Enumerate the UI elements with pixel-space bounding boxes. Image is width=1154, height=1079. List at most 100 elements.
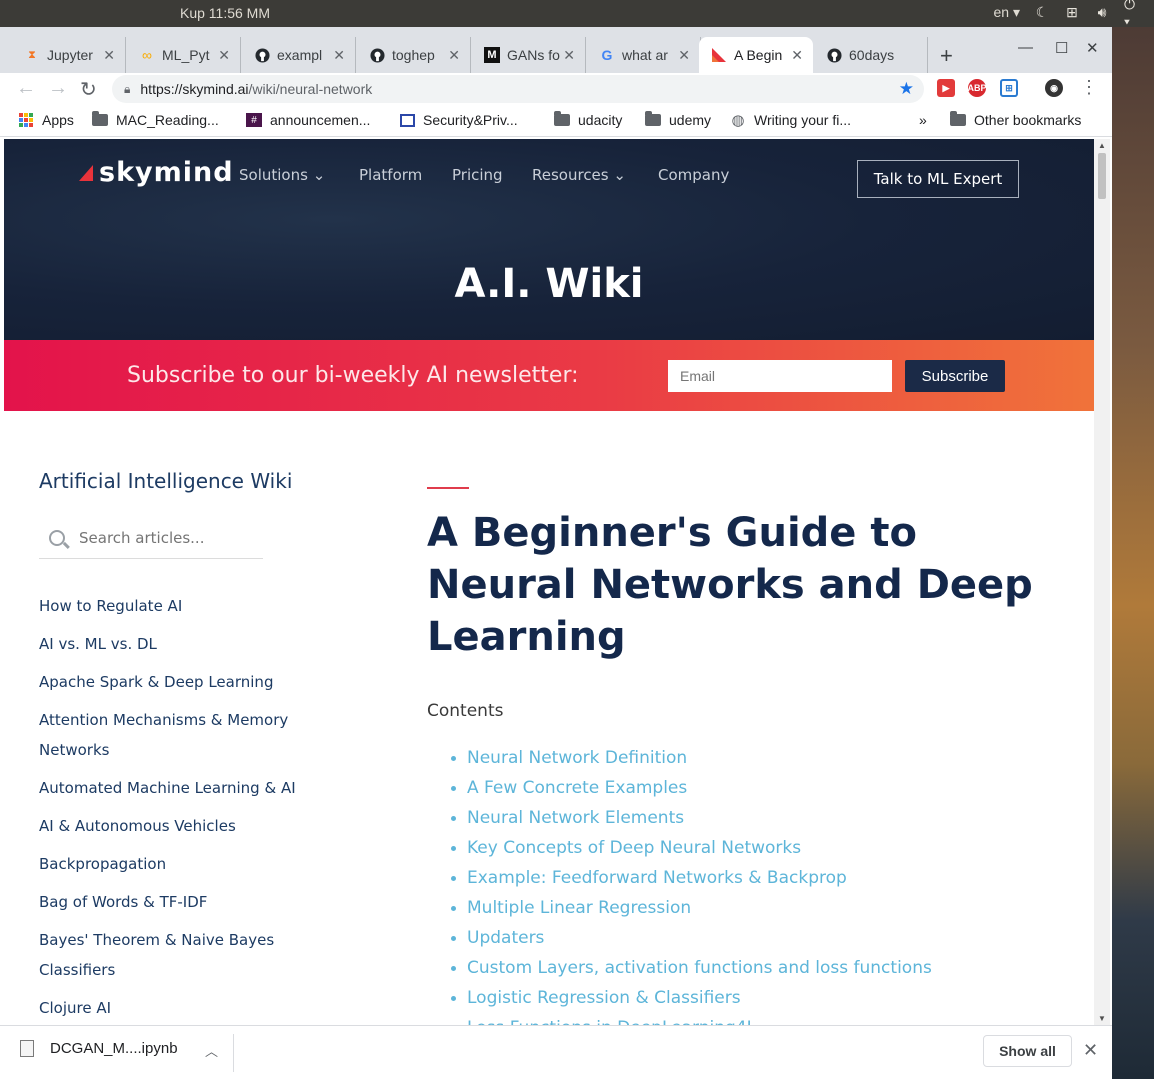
desktop-wallpaper xyxy=(1112,27,1154,1079)
toc-link[interactable]: Neural Network Definition xyxy=(451,743,1067,773)
nav-resources[interactable]: Resources ⌄ xyxy=(532,166,626,184)
tab-example[interactable]: exampl ✕ xyxy=(242,37,356,73)
address-bar[interactable]: 🔒︎ https://skymind.ai/wiki/neural-networ… xyxy=(112,75,924,103)
apps-grid-icon xyxy=(18,113,34,127)
sidebar-item[interactable]: Bag of Words & TF-IDF xyxy=(39,887,314,917)
bookmark-star-icon[interactable]: ★ xyxy=(899,79,914,99)
scroll-down-icon[interactable]: ▼ xyxy=(1098,1014,1106,1023)
sidebar-item[interactable]: Apache Spark & Deep Learning xyxy=(39,667,314,697)
page-scrollbar[interactable]: ▲ ▼ xyxy=(1094,139,1110,1025)
maximize-button[interactable]: ☐ xyxy=(1055,39,1068,57)
sidebar-item[interactable]: AI vs. ML vs. DL xyxy=(39,629,314,659)
bookmark-apps[interactable]: Apps xyxy=(18,112,74,128)
scroll-up-icon[interactable]: ▲ xyxy=(1098,141,1106,150)
sidebar-item[interactable]: Backpropagation xyxy=(39,849,314,879)
show-all-button[interactable]: Show all xyxy=(983,1035,1072,1067)
toc-link[interactable]: Custom Layers, activation functions and … xyxy=(451,953,1067,983)
close-icon[interactable]: ✕ xyxy=(103,47,115,64)
tab-60days[interactable]: 60days xyxy=(814,37,928,73)
close-icon[interactable]: ✕ xyxy=(678,47,690,64)
search-input[interactable] xyxy=(79,529,259,547)
window-close-button[interactable]: ✕ xyxy=(1086,39,1099,57)
bookmark-writing[interactable]: ◍ Writing your fi... xyxy=(730,112,851,129)
tab-toghep[interactable]: toghep ✕ xyxy=(357,37,471,73)
sidebar-item[interactable]: Attention Mechanisms & Memory Networks xyxy=(39,705,314,765)
extension-red-icon[interactable]: ▶ xyxy=(937,79,955,97)
lock-icon[interactable]: 🔒︎ xyxy=(124,82,130,97)
close-icon[interactable]: ✕ xyxy=(333,47,345,64)
bookmark-mac-reading[interactable]: MAC_Reading... xyxy=(92,111,219,128)
infinity-icon: ∞ xyxy=(142,47,152,63)
system-tray: en ▾ ☾ ⊞ 🔊︎ ⏻ ▾ xyxy=(994,0,1141,29)
reload-button[interactable]: ↻ xyxy=(80,77,97,102)
tab-ml-pyt[interactable]: ∞ ML_Pyt ✕ xyxy=(127,37,241,73)
volume-icon[interactable]: 🔊︎ xyxy=(1094,4,1110,21)
toc-link[interactable]: Key Concepts of Deep Neural Networks xyxy=(451,833,1067,863)
minimize-button[interactable]: — xyxy=(1018,39,1033,56)
close-icon[interactable]: ✕ xyxy=(791,47,803,64)
sidebar-item[interactable]: Clojure AI xyxy=(39,993,314,1023)
bookmark-udacity[interactable]: udacity xyxy=(554,111,622,128)
download-item[interactable]: DCGAN_M....ipynb xyxy=(20,1040,178,1057)
toc-link[interactable]: Example: Feedforward Networks & Backprop xyxy=(451,863,1067,893)
skymind-logo-mark-icon xyxy=(79,164,93,181)
night-light-icon[interactable]: ☾ xyxy=(1034,4,1050,21)
toc-link[interactable]: Loss Functions in DeepLearning4J xyxy=(451,1013,1067,1025)
close-icon[interactable]: ✕ xyxy=(218,47,230,64)
bookmark-udemy[interactable]: udemy xyxy=(645,111,711,128)
email-field[interactable] xyxy=(668,360,892,392)
bookmark-announcements[interactable]: # announcemen... xyxy=(246,112,370,128)
close-icon[interactable]: ✕ xyxy=(563,47,575,64)
language-indicator[interactable]: en ▾ xyxy=(994,4,1021,21)
sidebar-item[interactable]: Automated Machine Learning & AI xyxy=(39,773,314,803)
bookmarks-overflow-button[interactable]: » xyxy=(919,112,927,128)
menu-kebab-icon[interactable]: ⋮ xyxy=(1080,77,1098,98)
toc-link[interactable]: Logistic Regression & Classifiers xyxy=(451,983,1067,1013)
nav-label: Solutions xyxy=(239,166,308,184)
sidebar-item[interactable]: AI & Autonomous Vehicles xyxy=(39,811,314,841)
folder-icon xyxy=(554,111,570,127)
back-button[interactable]: ← xyxy=(16,77,36,100)
toc-link[interactable]: Updaters xyxy=(451,923,1067,953)
nav-company[interactable]: Company xyxy=(658,166,729,184)
close-icon[interactable]: ✕ xyxy=(448,47,460,64)
github-icon xyxy=(826,47,842,63)
new-tab-button[interactable]: + xyxy=(940,43,953,69)
scrollbar-thumb[interactable] xyxy=(1098,153,1106,199)
toc-link[interactable]: A Few Concrete Examples xyxy=(451,773,1067,803)
toc-link[interactable]: Multiple Linear Regression xyxy=(451,893,1067,923)
slack-icon: # xyxy=(246,113,262,127)
tab-label: exampl xyxy=(277,47,323,63)
bookmark-other[interactable]: Other bookmarks xyxy=(950,111,1081,128)
article-title: A Beginner's Guide to Neural Networks an… xyxy=(427,510,1033,660)
toc-link[interactable]: Neural Network Elements xyxy=(451,803,1067,833)
nav-solutions[interactable]: Solutions ⌄ xyxy=(239,166,325,184)
chevron-up-icon[interactable]: ︿ xyxy=(205,1041,218,1060)
subscribe-button[interactable]: Subscribe xyxy=(905,360,1005,392)
language-label: en xyxy=(993,4,1010,20)
bookmark-security-privacy[interactable]: Security&Priv... xyxy=(400,112,518,128)
nav-pricing[interactable]: Pricing xyxy=(452,166,503,184)
sidebar-item[interactable]: How to Regulate AI xyxy=(39,591,314,621)
adblock-plus-icon[interactable]: ABP xyxy=(968,79,987,97)
close-icon[interactable]: ✕ xyxy=(1083,1040,1098,1061)
talk-to-expert-button[interactable]: Talk to ML Expert xyxy=(857,160,1019,198)
hourglass-icon: ⧗ xyxy=(28,48,36,61)
github-icon xyxy=(254,47,270,63)
nav-platform[interactable]: Platform xyxy=(359,166,422,184)
tab-gans[interactable]: M GANs fo ✕ xyxy=(472,37,586,73)
skymind-logo[interactable]: skymind xyxy=(79,157,234,188)
tab-google-search[interactable]: G what ar ✕ xyxy=(587,37,701,73)
profile-avatar-icon[interactable]: ◉ xyxy=(1045,79,1063,97)
extension-blue-icon[interactable]: ⊞ xyxy=(1000,79,1018,97)
file-icon xyxy=(20,1040,34,1057)
network-icon[interactable]: ⊞ xyxy=(1064,4,1080,21)
tab-label: ML_Pyt xyxy=(162,47,210,63)
forward-button[interactable]: → xyxy=(48,77,68,100)
sidebar-item[interactable]: Bayes' Theorem & Naive Bayes Classifiers xyxy=(39,925,314,985)
article-search xyxy=(39,523,263,559)
power-icon[interactable]: ⏻ ▾ xyxy=(1124,0,1140,29)
system-clock[interactable]: Kup 11:56 MM xyxy=(180,5,270,21)
tab-jupyter[interactable]: ⧗ Jupyter ✕ xyxy=(12,37,126,73)
tab-skymind-active[interactable]: A Begin ✕ xyxy=(699,37,813,73)
